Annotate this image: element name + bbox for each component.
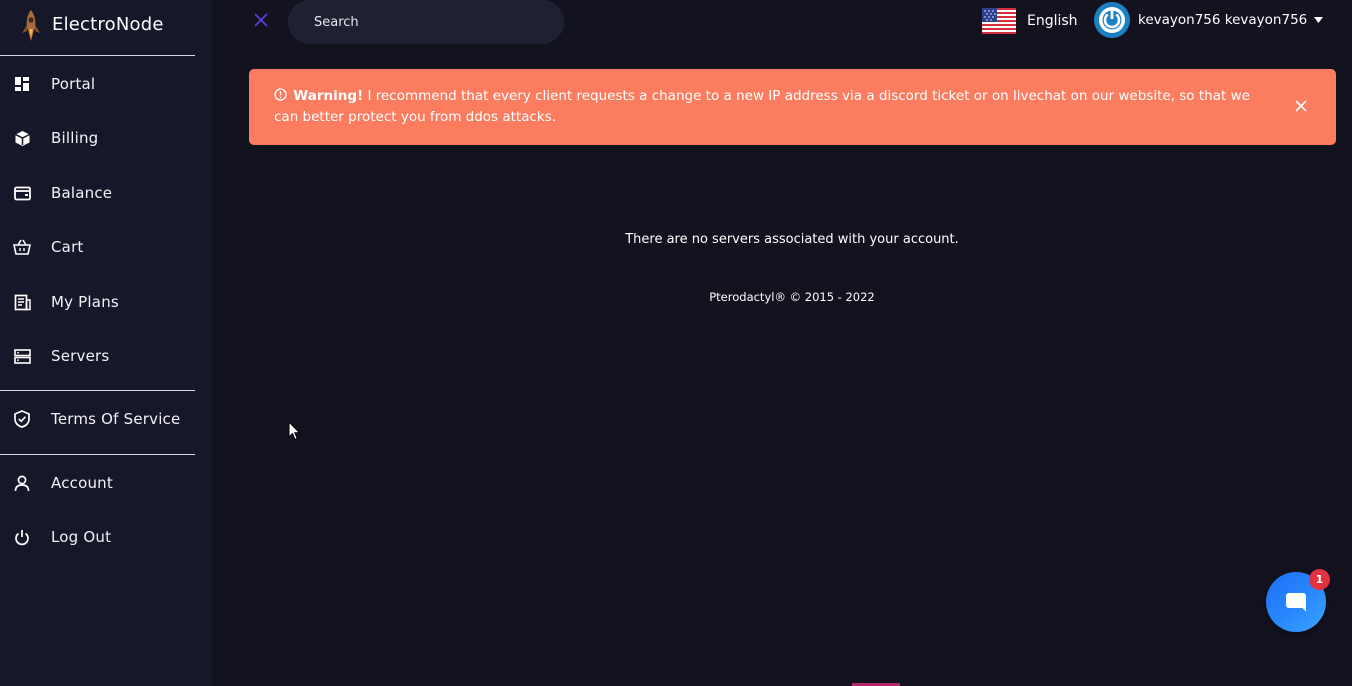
us-flag-icon: [982, 8, 1016, 34]
sidebar-item-log-out[interactable]: Log Out: [0, 517, 195, 557]
sidebar-item-label: Log Out: [51, 528, 112, 546]
alert-text: Warning! I recommend that every client r…: [274, 86, 1259, 128]
sidebar-item-label: Cart: [51, 238, 84, 256]
power-icon: [13, 528, 31, 546]
receipt-icon: [13, 293, 31, 311]
footer-copyright: Pterodactyl® © 2015 - 2022: [709, 290, 875, 304]
wallet-icon: [13, 184, 31, 202]
username: kevayon756 kevayon756: [1138, 12, 1308, 28]
sidebar-item-label: My Plans: [51, 293, 119, 311]
language-label: English: [1027, 13, 1078, 29]
sidebar-item-portal[interactable]: Portal: [0, 64, 195, 104]
close-sidebar-icon[interactable]: [252, 11, 270, 29]
chat-bubble-icon: [1286, 593, 1306, 612]
search-input[interactable]: [288, 0, 564, 44]
avatar: [1094, 2, 1130, 38]
close-icon[interactable]: [1294, 99, 1308, 113]
sidebar-item-balance[interactable]: Balance: [0, 173, 195, 213]
caret-down-icon: [1314, 17, 1324, 23]
user-menu[interactable]: kevayon756 kevayon756: [1094, 2, 1324, 38]
rocket-logo-icon: [22, 10, 40, 41]
sidebar-item-label: Servers: [51, 347, 110, 365]
sidebar-item-billing[interactable]: Billing: [0, 118, 195, 158]
shield-check-icon: [13, 410, 31, 428]
alert-title: Warning!: [293, 88, 364, 104]
user-icon: [13, 474, 31, 492]
basket-icon: [13, 238, 31, 256]
sidebar-item-label: Account: [51, 474, 113, 492]
info-circle-icon: [274, 88, 287, 101]
sidebar-item-cart[interactable]: Cart: [0, 227, 195, 267]
sidebar-item-my-plans[interactable]: My Plans: [0, 282, 195, 322]
empty-servers-message: There are no servers associated with you…: [625, 232, 959, 247]
mouse-cursor-icon: [288, 421, 301, 441]
sidebar-item-label: Terms Of Service: [51, 410, 181, 428]
sidebar-divider: [0, 390, 195, 391]
dashboard-icon: [13, 75, 31, 93]
sidebar-item-label: Billing: [51, 129, 99, 147]
sidebar-item-label: Balance: [51, 184, 113, 202]
warning-alert: Warning! I recommend that every client r…: [249, 69, 1336, 145]
sidebar-item-account[interactable]: Account: [0, 463, 195, 503]
sidebar: ElectroNode Portal Billing Balance Cart …: [0, 0, 212, 686]
alert-message: I recommend that every client requests a…: [274, 88, 1250, 125]
sidebar-item-label: Portal: [51, 75, 96, 93]
cube-icon: [13, 129, 31, 147]
sidebar-item-terms-of-service[interactable]: Terms Of Service: [0, 399, 195, 439]
language-selector[interactable]: English: [982, 8, 1078, 34]
sidebar-item-servers[interactable]: Servers: [0, 336, 195, 376]
sidebar-divider: [0, 454, 195, 455]
server-icon: [13, 347, 31, 365]
notification-badge: 1: [1309, 569, 1330, 590]
brand-name: ElectroNode: [52, 14, 164, 35]
brand[interactable]: ElectroNode: [0, 0, 195, 56]
